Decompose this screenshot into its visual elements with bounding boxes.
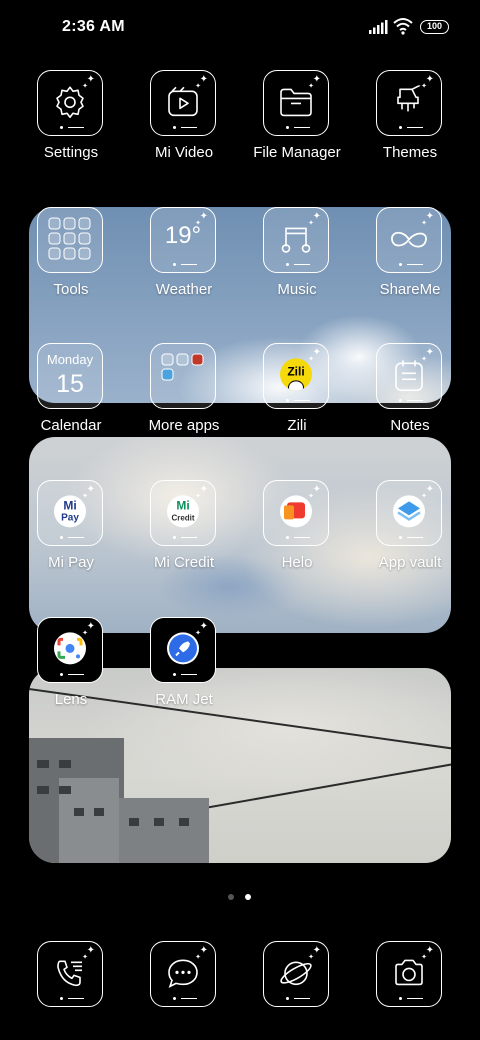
paint-brush-icon — [397, 85, 421, 112]
status-time: 2:36 AM — [62, 18, 125, 35]
app-label: App vault — [378, 554, 442, 571]
browser-planet-icon — [280, 961, 312, 986]
zili-logo-icon: Zili — [280, 358, 312, 391]
app-label: Mi Credit — [153, 554, 214, 571]
app-mi-credit[interactable]: ✦ ✦ Mi Credit Mi Credit — [128, 480, 240, 590]
message-icon — [168, 959, 198, 988]
tools-icon-frame — [37, 207, 103, 273]
messages-icon-frame: ✦ ✦ — [150, 941, 216, 1007]
rocket-icon — [167, 632, 199, 665]
app-label: More apps — [148, 417, 220, 434]
app-music[interactable]: ✦ ✦ Music — [241, 207, 353, 317]
app-ram-jet[interactable]: ✦ ✦ RAM Jet — [128, 617, 240, 727]
mi-credit-icon-frame: ✦ ✦ Mi Credit — [150, 480, 216, 546]
camera-icon — [395, 959, 423, 986]
app-zili[interactable]: ✦ ✦ Zili Zili — [241, 343, 353, 453]
app-label: Themes — [382, 144, 438, 161]
app-file-manager[interactable]: ✦ ✦ File Manager — [241, 70, 353, 180]
app-mi-pay[interactable]: ✦ ✦ Mi Pay Mi Pay — [15, 480, 127, 590]
zili-logo-text: Zili — [287, 364, 305, 379]
weather-temperature: 19° — [164, 222, 202, 249]
dock-messages[interactable]: ✦ ✦ — [128, 941, 240, 1011]
calendar-weekday: Monday — [46, 352, 94, 367]
app-settings[interactable]: ✦ ✦ Settings — [15, 70, 127, 180]
cell-signal-icon — [369, 20, 388, 34]
app-themes[interactable]: ✦ ✦ Themes — [354, 70, 466, 180]
dock-browser[interactable]: ✦ ✦ — [241, 941, 353, 1011]
page-dot-2-active[interactable] — [245, 894, 251, 900]
phone-icon — [57, 960, 82, 987]
tools-folder-icon — [48, 217, 91, 260]
helo-icon — [280, 495, 312, 528]
mi-credit-logo-bottom: Credit — [171, 513, 195, 523]
app-label: Mi Pay — [48, 554, 94, 571]
camera-icon-frame: ✦ ✦ — [376, 941, 442, 1007]
app-mi-video[interactable]: ✦ ✦ Mi Video — [128, 70, 240, 180]
video-play-icon — [168, 86, 198, 117]
browser-icon-frame: ✦ ✦ — [263, 941, 329, 1007]
music-icon-frame: ✦ ✦ — [263, 207, 329, 273]
page-indicator[interactable] — [228, 894, 254, 902]
app-label: Helo — [281, 554, 313, 571]
themes-icon-frame: ✦ ✦ — [376, 70, 442, 136]
app-label: Calendar — [40, 417, 102, 434]
folder-icon — [280, 88, 312, 117]
mi-pay-logo-icon: Mi Pay — [54, 495, 86, 528]
app-app-vault[interactable]: ✦ ✦ App vault — [354, 480, 466, 590]
app-label: Notes — [390, 417, 430, 434]
notes-icon — [395, 360, 423, 392]
app-shareme[interactable]: ✦ ✦ ShareMe — [354, 207, 466, 317]
notes-icon-frame: ✦ ✦ — [376, 343, 442, 409]
mi-credit-logo-icon: Mi Credit — [167, 495, 199, 528]
status-bar: 2:36 AM 100 — [0, 0, 480, 56]
mi-credit-logo-top: Mi — [176, 498, 190, 513]
app-vault-icon — [393, 495, 425, 528]
phone-icon-frame: ✦ ✦ — [37, 941, 103, 1007]
google-lens-icon — [54, 632, 86, 665]
settings-gear-icon — [56, 86, 84, 119]
mi-pay-logo-top: Mi — [63, 498, 77, 513]
app-calendar[interactable]: Monday 15 Calendar — [15, 343, 127, 453]
dock-phone[interactable]: ✦ ✦ — [15, 941, 127, 1011]
wifi-icon — [393, 18, 413, 35]
helo-icon-frame: ✦ ✦ — [263, 480, 329, 546]
file-manager-icon-frame: ✦ ✦ — [263, 70, 329, 136]
more-apps-icon-frame — [150, 343, 216, 409]
app-label: Music — [277, 281, 317, 298]
dock-camera[interactable]: ✦ ✦ — [354, 941, 466, 1011]
app-label: Mi Video — [154, 144, 214, 161]
app-label: Lens — [54, 691, 88, 708]
app-weather[interactable]: ✦ ✦ 19° Weather — [128, 207, 240, 317]
folder-more-apps[interactable]: More apps — [128, 343, 240, 453]
mi-video-icon-frame: ✦ ✦ — [150, 70, 216, 136]
app-label: File Manager — [253, 144, 341, 161]
app-label: RAM Jet — [155, 691, 213, 708]
app-label: Tools — [53, 281, 89, 298]
calendar-icon-frame: Monday 15 — [37, 343, 103, 409]
lens-icon-frame: ✦ ✦ — [37, 617, 103, 683]
app-label: ShareMe — [379, 281, 441, 298]
zili-icon-frame: ✦ ✦ Zili — [263, 343, 329, 409]
mi-pay-icon-frame: ✦ ✦ Mi Pay — [37, 480, 103, 546]
settings-icon-frame: ✦ ✦ — [37, 70, 103, 136]
battery-indicator: 100 — [420, 20, 449, 34]
mi-pay-logo-bottom: Pay — [61, 512, 79, 524]
ram-jet-icon-frame: ✦ ✦ — [150, 617, 216, 683]
app-label: Settings — [43, 144, 99, 161]
app-notes[interactable]: ✦ ✦ Notes — [354, 343, 466, 453]
page-dot-1[interactable] — [228, 894, 234, 900]
app-label: Zili — [287, 417, 307, 434]
shareme-infinity-icon — [391, 231, 427, 248]
weather-icon-frame: ✦ ✦ 19° — [150, 207, 216, 273]
app-label: Weather — [155, 281, 213, 298]
app-lens[interactable]: ✦ ✦ Lens — [15, 617, 127, 727]
app-helo[interactable]: ✦ ✦ Helo — [241, 480, 353, 590]
more-apps-folder-icon — [161, 353, 204, 381]
shareme-icon-frame: ✦ ✦ — [376, 207, 442, 273]
calendar-date: 15 — [56, 370, 84, 398]
folder-tools[interactable]: Tools — [15, 207, 127, 317]
app-vault-icon-frame: ✦ ✦ — [376, 480, 442, 546]
music-note-icon — [281, 227, 311, 253]
